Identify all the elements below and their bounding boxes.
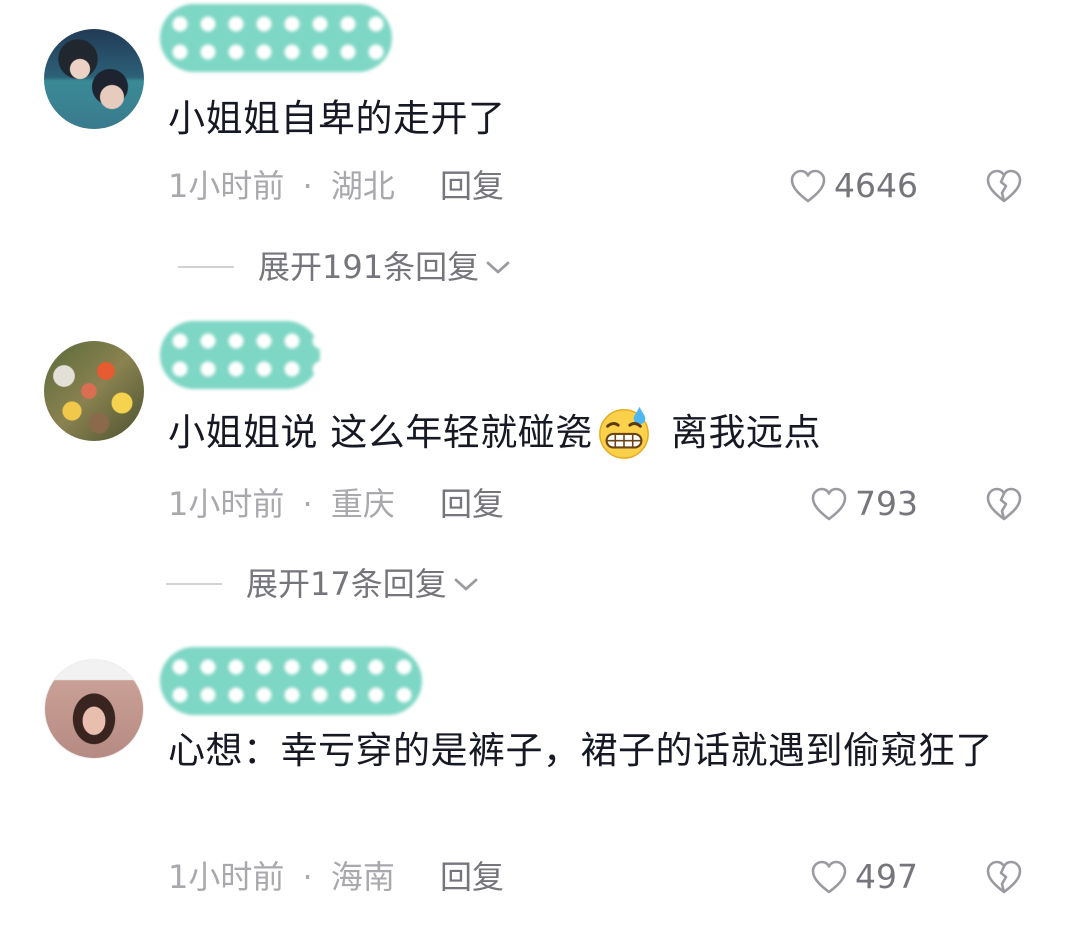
- chevron-down-icon: [454, 578, 478, 591]
- heart-outline-icon: [811, 487, 847, 521]
- reply-button[interactable]: 回复: [440, 857, 504, 897]
- comment-time: 1小时前: [168, 858, 285, 896]
- expand-replies[interactable]: 展开191条回复: [178, 247, 513, 287]
- divider-line: [178, 266, 234, 268]
- comment-text-tail: 离我远点: [658, 411, 822, 454]
- comment-meta: 1小时前 · 海南: [168, 857, 395, 897]
- broken-heart-icon[interactable]: [984, 166, 1024, 206]
- avatar[interactable]: [44, 659, 144, 759]
- broken-heart-icon[interactable]: [984, 857, 1024, 897]
- expand-replies-label: 展开191条回复: [258, 248, 480, 286]
- like-button[interactable]: 793: [809, 484, 918, 524]
- reply-button[interactable]: 回复: [440, 484, 504, 524]
- avatar[interactable]: [44, 341, 144, 441]
- comment-location: 重庆: [330, 485, 395, 523]
- comment-location: 海南: [330, 858, 395, 896]
- comment-meta: 1小时前 · 重庆: [168, 484, 395, 524]
- like-button[interactable]: 497: [809, 857, 918, 897]
- comment-text: 小姐姐自卑的走开了: [168, 90, 1030, 148]
- comment-text: 小姐姐说 这么年轻就碰瓷 离我远点: [168, 404, 1030, 462]
- username-redacted[interactable]: [160, 4, 392, 72]
- comment-time: 1小时前: [168, 485, 285, 523]
- comment-text-content: 小姐姐自卑的走开了: [168, 97, 506, 140]
- broken-heart-icon[interactable]: [984, 484, 1024, 524]
- username-redacted[interactable]: [160, 321, 320, 389]
- expand-replies[interactable]: 展开17条回复: [166, 564, 481, 604]
- comment-time: 1小时前: [168, 167, 285, 205]
- reply-button[interactable]: 回复: [440, 166, 504, 206]
- comment-text: 心想：幸亏穿的是裤子，裙子的话就遇到偷窥狂了: [168, 722, 1030, 780]
- divider-line: [166, 583, 222, 585]
- expand-replies-label: 展开17条回复: [246, 565, 447, 603]
- heart-outline-icon: [790, 169, 826, 203]
- like-count: 4646: [834, 166, 918, 205]
- comment-location: 湖北: [330, 167, 395, 205]
- grimacing-sweat-emoji: [598, 406, 649, 459]
- comment-meta: 1小时前 · 湖北: [168, 166, 395, 206]
- like-count: 497: [855, 857, 918, 896]
- comment-text-content: 小姐姐说 这么年轻就碰瓷: [168, 411, 593, 454]
- like-button[interactable]: 4646: [788, 166, 918, 206]
- username-redacted[interactable]: [160, 647, 422, 715]
- chevron-down-icon: [486, 261, 510, 274]
- meta-separator: ·: [302, 858, 313, 896]
- like-count: 793: [855, 484, 918, 523]
- avatar[interactable]: [44, 29, 144, 129]
- meta-separator: ·: [302, 485, 313, 523]
- comment-text-content: 心想：幸亏穿的是裤子，裙子的话就遇到偷窥狂了: [168, 729, 993, 772]
- meta-separator: ·: [302, 167, 313, 205]
- heart-outline-icon: [811, 860, 847, 894]
